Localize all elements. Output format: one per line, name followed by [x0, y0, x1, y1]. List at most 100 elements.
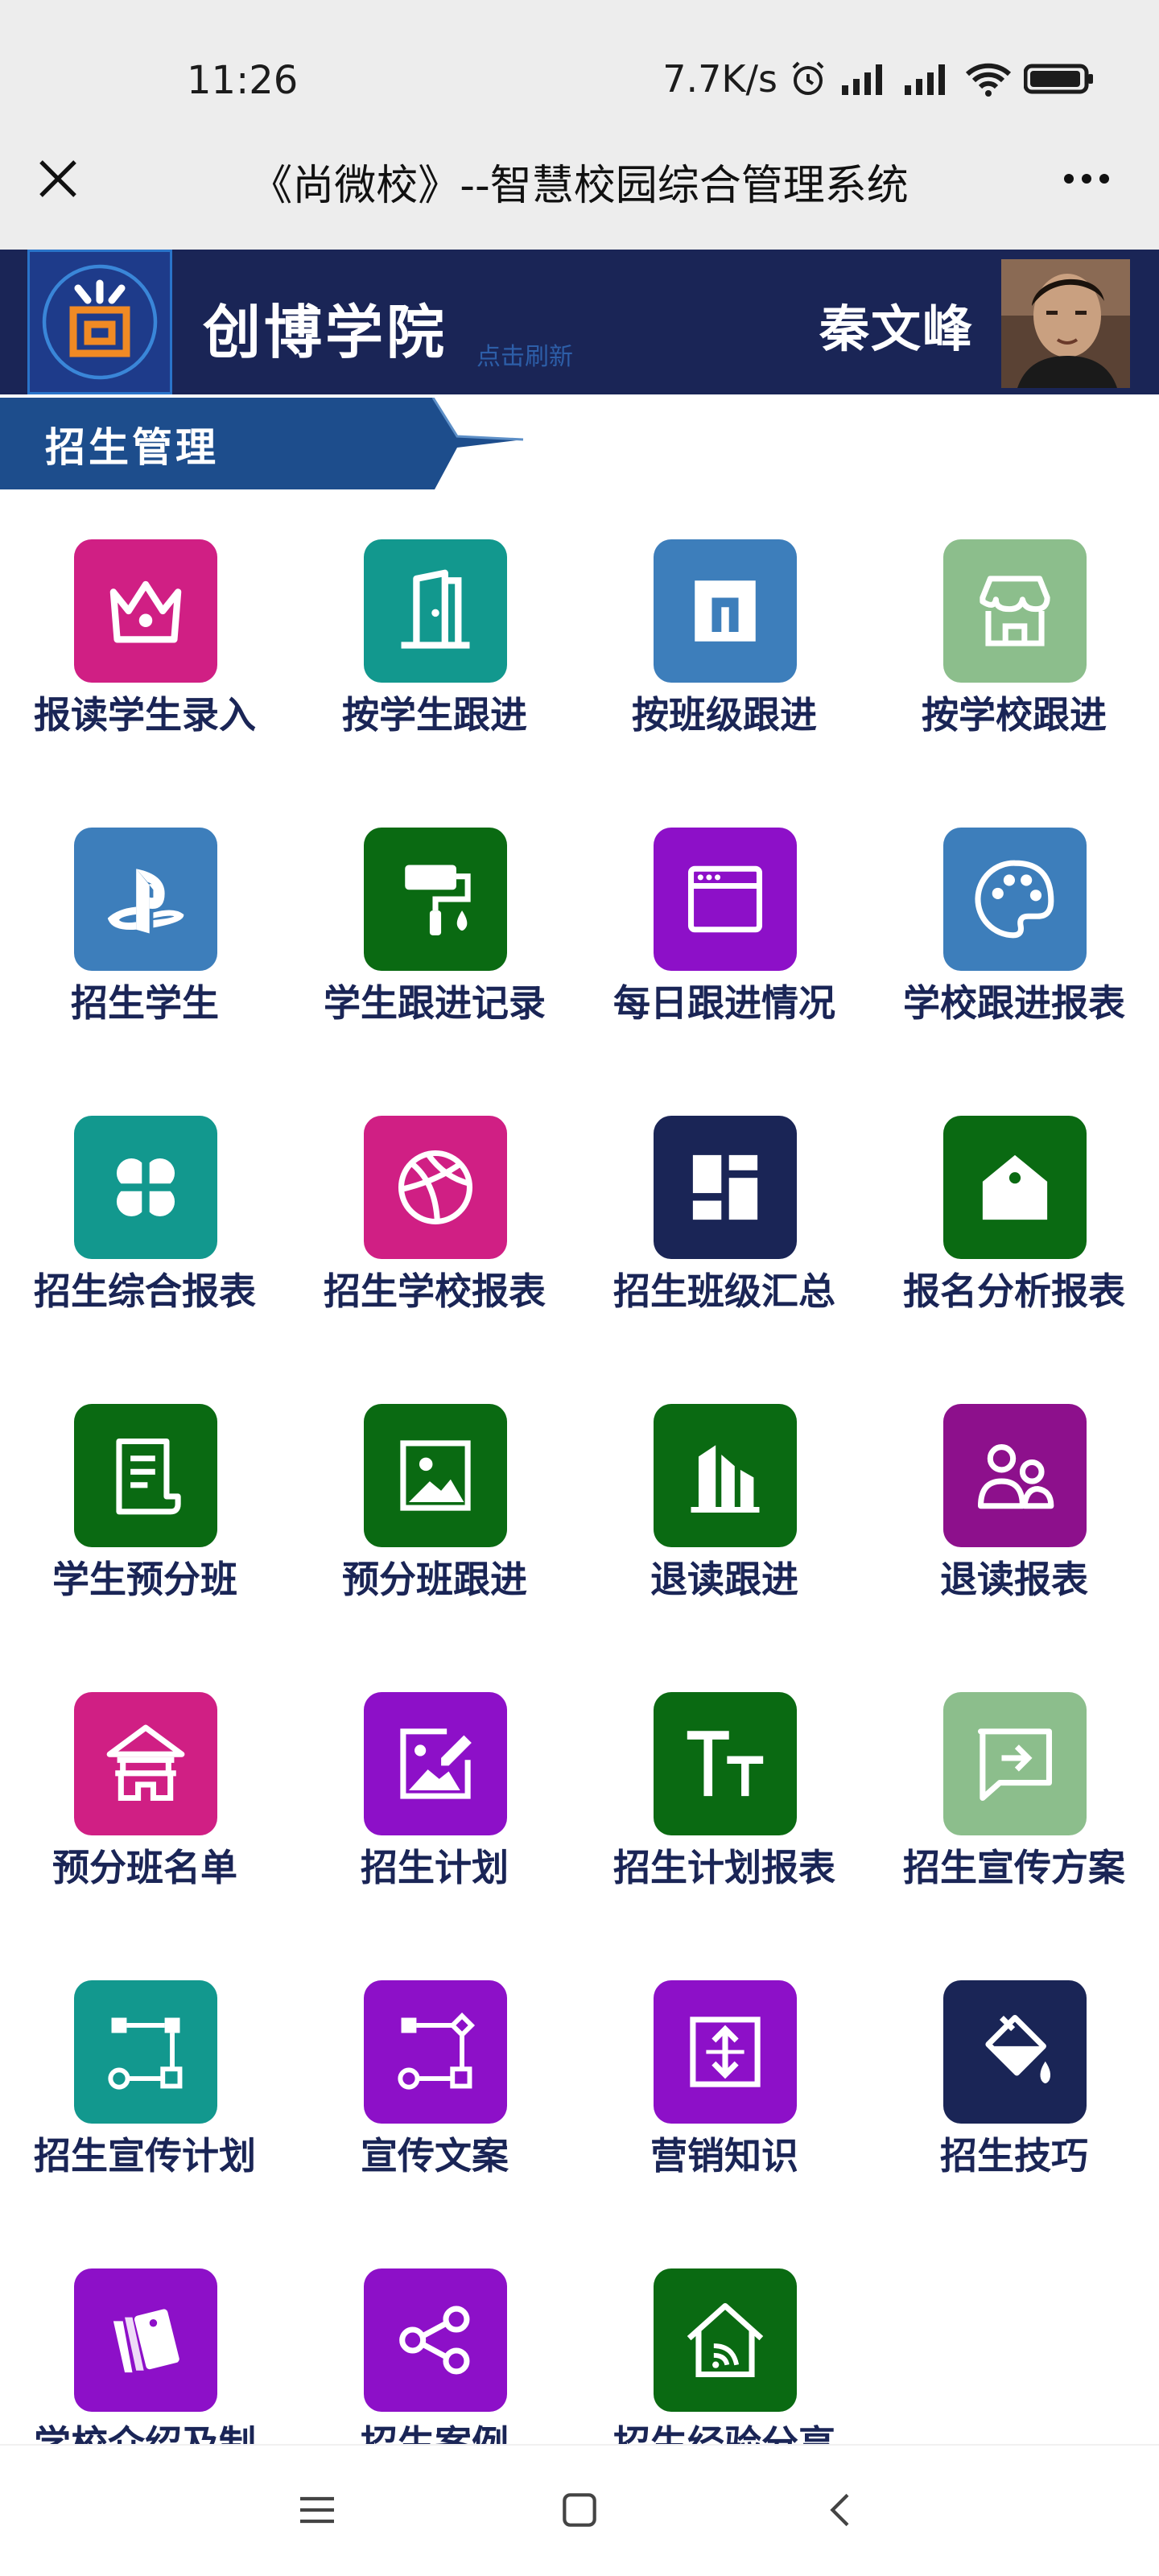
section-title: 招生管理 — [45, 424, 219, 471]
alarm-icon — [789, 60, 827, 98]
store-icon — [943, 539, 1087, 683]
menu-item-label: 每日跟进情况 — [613, 981, 835, 1025]
menu-item[interactable]: 报名分析报表 — [869, 1108, 1159, 1365]
menu-item-label: 营销知识 — [650, 2134, 798, 2178]
menu-item-label: 招生综合报表 — [34, 1269, 256, 1313]
network-speed: 7.7K/s — [662, 57, 777, 101]
flow-diamond-icon — [364, 1980, 507, 2124]
menu-item-label: 学生预分班 — [52, 1558, 237, 1601]
menu-item[interactable]: 招生技巧 — [869, 1972, 1159, 2230]
menu-item[interactable]: 每日跟进情况 — [580, 819, 869, 1077]
menu-item[interactable]: 招生综合报表 — [0, 1108, 290, 1365]
text-size-icon — [654, 1692, 797, 1835]
menu-item[interactable]: 招生宣传方案 — [869, 1684, 1159, 1942]
status-icons: 7.7K/s — [662, 56, 1095, 101]
avatar-image — [1001, 259, 1130, 388]
menu-item[interactable]: 预分班名单 — [0, 1684, 290, 1942]
share-nodes-icon — [364, 2268, 507, 2412]
menu-item-label: 报名分析报表 — [903, 1269, 1125, 1313]
menu-item-label: 退读跟进 — [650, 1558, 798, 1601]
paint-roller-icon — [364, 828, 507, 971]
menu-item-label: 招生班级汇总 — [613, 1269, 835, 1313]
menu-item[interactable]: 招生学校报表 — [290, 1108, 580, 1365]
menu-item[interactable]: 按学校跟进 — [869, 531, 1159, 789]
menu-icon — [300, 2496, 334, 2524]
menu-item[interactable]: 招生班级汇总 — [580, 1108, 869, 1365]
signal-icon-2 — [901, 60, 953, 98]
menu-item-label: 招生技巧 — [940, 2134, 1088, 2178]
more-dot-icon — [1064, 174, 1074, 184]
menu-item-label: 招生经验分享 — [613, 2422, 835, 2444]
palette-icon — [943, 828, 1087, 971]
home-nav-button[interactable] — [547, 2478, 612, 2542]
app-banner: 创博学院 点击刷新 秦文峰 — [0, 250, 1159, 394]
more-menu-button[interactable] — [1046, 153, 1127, 204]
menu-item[interactable]: 学生跟进记录 — [290, 819, 580, 1077]
basketball-icon — [364, 1116, 507, 1259]
close-button[interactable] — [32, 153, 84, 204]
four-leaf-icon — [74, 1116, 217, 1259]
flow-nodes-icon — [74, 1980, 217, 2124]
door-icon — [364, 539, 507, 683]
menu-item[interactable]: 营销知识 — [580, 1972, 869, 2230]
home-wifi-icon — [654, 2268, 797, 2412]
home-tag-icon — [943, 1116, 1087, 1259]
webview-header: 《尚微校》--智慧校园综合管理系统 — [0, 129, 1159, 250]
cards-icon — [74, 2268, 217, 2412]
menu-item-label: 学校介绍及制 — [34, 2422, 256, 2444]
buildings-icon — [654, 1404, 797, 1547]
wifi-icon — [964, 60, 1013, 98]
menu-item-label: 按学生跟进 — [342, 693, 527, 737]
home-square-icon — [563, 2493, 596, 2527]
menu-item-label: 招生计划 — [361, 1846, 509, 1889]
menu-item-label: 招生案例 — [361, 2422, 509, 2444]
refresh-link[interactable]: 点击刷新 — [476, 336, 573, 372]
menu-item[interactable]: 退读报表 — [869, 1396, 1159, 1653]
document-icon — [74, 1404, 217, 1547]
signal-icon — [839, 60, 890, 98]
menu-item[interactable]: 学校跟进报表 — [869, 819, 1159, 1077]
menu-item[interactable]: 招生计划报表 — [580, 1684, 869, 1942]
users-icon — [943, 1404, 1087, 1547]
paint-bucket-icon — [943, 1980, 1087, 2124]
menu-nav-button[interactable] — [285, 2478, 349, 2542]
menu-item[interactable]: 宣传文案 — [290, 1972, 580, 2230]
expand-vertical-icon — [654, 1980, 797, 2124]
back-chevron-icon — [830, 2493, 849, 2527]
image-icon — [364, 1404, 507, 1547]
avatar[interactable] — [1001, 259, 1130, 388]
menu-item[interactable]: 报读学生录入 — [0, 531, 290, 789]
menu-item[interactable]: 招生宣传计划 — [0, 1972, 290, 2230]
message-arrow-icon — [943, 1692, 1087, 1835]
menu-item-label: 报读学生录入 — [34, 693, 256, 737]
menu-item[interactable]: 退读跟进 — [580, 1396, 869, 1653]
school-logo — [27, 250, 172, 394]
menu-item[interactable]: 招生学生 — [0, 819, 290, 1077]
system-nav-bar — [0, 2444, 1159, 2576]
crown-icon — [74, 539, 217, 683]
menu-item[interactable]: 按学生跟进 — [290, 531, 580, 789]
status-time: 11:26 — [187, 58, 299, 103]
page-title: 《尚微校》--智慧校园综合管理系统 — [250, 162, 909, 210]
more-dot-icon — [1082, 174, 1091, 184]
menu-item[interactable]: 学校介绍及制 — [0, 2260, 290, 2444]
menu-item-label: 按学校跟进 — [922, 693, 1107, 737]
back-nav-button[interactable] — [810, 2478, 874, 2542]
menu-item-label: 预分班跟进 — [342, 1558, 527, 1601]
square-frame-icon — [654, 539, 797, 683]
menu-item-label: 招生学校报表 — [324, 1269, 546, 1313]
menu-item-label: 招生宣传方案 — [903, 1846, 1125, 1889]
menu-item[interactable]: 招生计划 — [290, 1684, 580, 1942]
menu-item[interactable]: 学生预分班 — [0, 1396, 290, 1653]
menu-item[interactable]: 招生案例 — [290, 2260, 580, 2444]
menu-item[interactable]: 按班级跟进 — [580, 531, 869, 789]
user-name: 秦文峰 — [819, 299, 974, 358]
menu-item-label: 按班级跟进 — [632, 693, 817, 737]
school-name: 创博学院 — [203, 299, 448, 366]
menu-item-label: 宣传文案 — [361, 2134, 509, 2178]
menu-item[interactable]: 招生经验分享 — [580, 2260, 869, 2444]
menu-item-label: 招生宣传计划 — [34, 2134, 256, 2178]
menu-item[interactable]: 预分班跟进 — [290, 1396, 580, 1653]
browser-window-icon — [654, 828, 797, 971]
more-dot-icon — [1099, 174, 1109, 184]
